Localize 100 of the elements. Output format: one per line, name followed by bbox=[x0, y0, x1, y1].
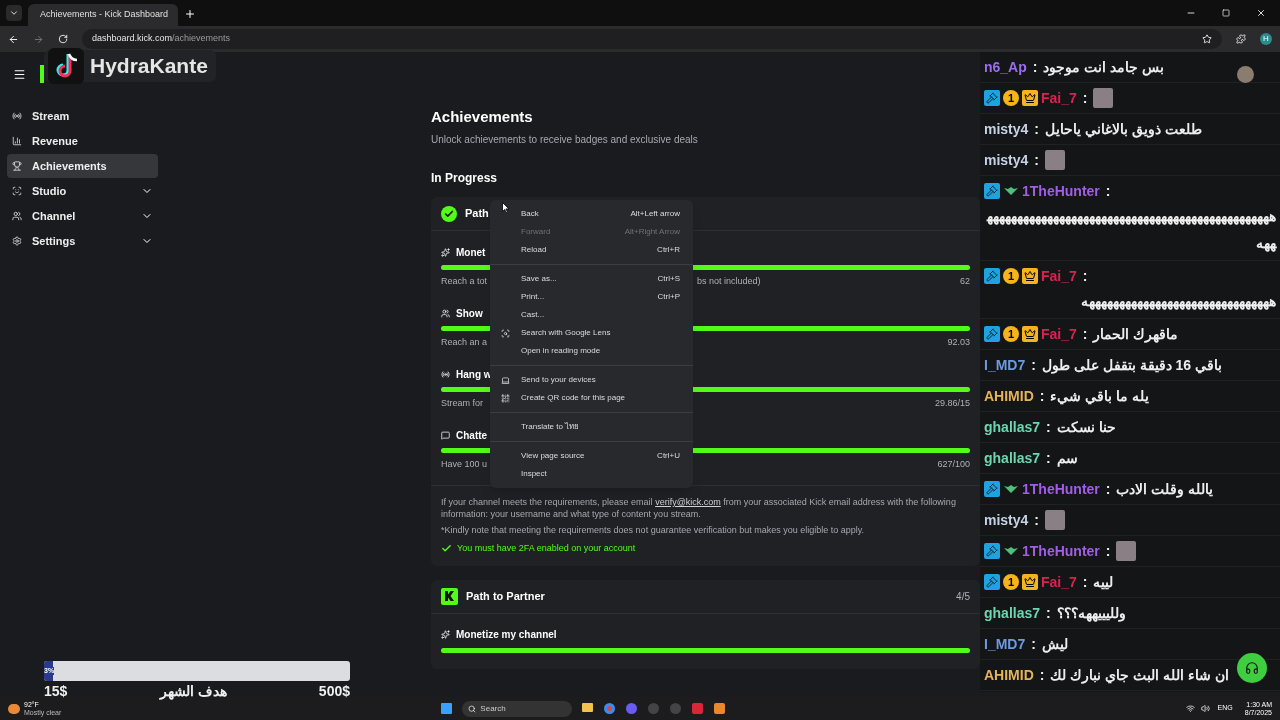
chat-username[interactable]: 1TheHunter bbox=[1022, 179, 1100, 203]
chart-icon bbox=[12, 136, 22, 146]
sidebar-item[interactable]: Achievements bbox=[7, 154, 158, 178]
card-title: Path to Partner bbox=[466, 588, 546, 604]
sidebar-item[interactable]: Stream bbox=[7, 104, 158, 128]
sidebar-item[interactable]: Channel bbox=[7, 204, 158, 228]
chat-username[interactable]: 1TheHunter bbox=[1022, 477, 1100, 501]
start-icon[interactable] bbox=[441, 703, 453, 714]
hammer-badge-icon bbox=[984, 543, 1000, 559]
taskbar-search-field[interactable]: Search bbox=[462, 700, 573, 717]
chat-colon: : bbox=[1082, 89, 1088, 108]
chat-username[interactable]: 1TheHunter bbox=[1022, 539, 1100, 563]
wings-badge-icon bbox=[1003, 546, 1019, 556]
chat-username[interactable]: Fai_7 bbox=[1041, 86, 1077, 110]
close-window-icon[interactable] bbox=[1256, 8, 1266, 18]
sparkle-icon bbox=[441, 247, 450, 257]
chat-colon: : bbox=[1082, 573, 1088, 592]
task-description: bs not included) bbox=[697, 275, 761, 289]
app-icon[interactable] bbox=[714, 703, 726, 714]
forward-icon[interactable] bbox=[33, 33, 44, 45]
menu-item[interactable]: Translate to ไทย bbox=[490, 418, 693, 436]
restore-icon[interactable] bbox=[1222, 9, 1230, 17]
crown-badge-icon bbox=[1022, 90, 1038, 106]
chat-bubble-icon bbox=[441, 430, 450, 440]
menu-shortcut: Alt+Left arrow bbox=[630, 208, 680, 220]
chat-app-icon[interactable] bbox=[626, 703, 638, 714]
menu-label: Search with Google Lens bbox=[521, 327, 612, 339]
menu-label: Send to your devices bbox=[521, 374, 597, 386]
goal-label: هدف الشهر bbox=[159, 682, 227, 701]
chat-colon: : bbox=[1082, 267, 1088, 286]
emote-image bbox=[1045, 510, 1066, 530]
headset-icon bbox=[1245, 661, 1259, 675]
menu-label: View page source bbox=[521, 450, 586, 462]
chat-username[interactable]: Fai_7 bbox=[1041, 264, 1077, 288]
menu-item[interactable]: Inspect bbox=[490, 465, 693, 483]
users-icon bbox=[12, 211, 22, 221]
tab-list-button[interactable] bbox=[6, 5, 22, 21]
chat-username[interactable]: misty4 bbox=[984, 508, 1029, 532]
new-tab-icon[interactable] bbox=[184, 8, 196, 20]
sidebar-item[interactable]: Studio bbox=[7, 179, 158, 203]
chat-message: ليش bbox=[1041, 635, 1068, 655]
menu-item[interactable]: Print... Ctrl+P bbox=[490, 288, 693, 306]
chat-colon: : bbox=[1039, 387, 1045, 406]
back-icon[interactable] bbox=[8, 33, 19, 45]
chat-message: ولليييههه؟؟؟ bbox=[1056, 604, 1126, 624]
chat-username[interactable]: Fai_7 bbox=[1041, 322, 1077, 346]
email-link[interactable]: verify@kick.com bbox=[655, 497, 721, 507]
sidebar-label: Settings bbox=[32, 233, 77, 249]
chat-username[interactable]: ghallas7 bbox=[984, 601, 1041, 625]
sidebar-item[interactable]: Settings bbox=[7, 229, 158, 253]
profile-avatar[interactable]: H bbox=[1260, 33, 1272, 45]
menu-item[interactable]: Create QR code for this page bbox=[490, 389, 693, 407]
gift-badge: 1 bbox=[1003, 268, 1019, 284]
chat-message: هههههههههههههههههههههههههههههههه bbox=[1080, 292, 1276, 312]
hammer-badge-icon bbox=[984, 574, 1000, 590]
task-title: Show bbox=[456, 306, 483, 321]
extensions-icon[interactable] bbox=[1236, 34, 1246, 44]
headset-button[interactable] bbox=[1237, 653, 1267, 683]
reload-icon[interactable] bbox=[58, 34, 68, 44]
menu-item[interactable]: Reload Ctrl+R bbox=[490, 241, 693, 259]
browser-tab[interactable]: Achievements - Kick Dashboard bbox=[28, 4, 178, 26]
sidebar-item[interactable]: Revenue bbox=[7, 129, 158, 153]
task-title: Chatte bbox=[456, 428, 488, 443]
bookmark-star-icon[interactable] bbox=[1202, 34, 1212, 44]
browser-icon[interactable] bbox=[604, 703, 616, 714]
menu-item[interactable]: Search with Google Lens bbox=[490, 324, 693, 342]
chat-username[interactable]: ghallas7 bbox=[984, 446, 1041, 470]
url-text: dashboard.kick.com/achievements bbox=[92, 32, 231, 46]
menu-item[interactable]: Send to your devices bbox=[490, 371, 693, 389]
chat-colon: : bbox=[1034, 151, 1040, 170]
hammer-badge-icon bbox=[984, 183, 1000, 199]
chat-username[interactable]: ghallas7 bbox=[984, 415, 1041, 439]
menu-label: Print... bbox=[521, 291, 546, 303]
app-icon[interactable] bbox=[692, 703, 704, 714]
menu-label: Cast... bbox=[521, 309, 546, 321]
chat-colon: : bbox=[1034, 120, 1040, 139]
menu-item[interactable]: Back Alt+Left arrow bbox=[490, 205, 693, 223]
chat-username[interactable]: Fai_7 bbox=[1041, 570, 1077, 594]
chat-username[interactable]: AHIMID bbox=[984, 663, 1034, 687]
menu-item[interactable]: Open in reading mode bbox=[490, 342, 693, 360]
address-field[interactable]: dashboard.kick.com/achievements bbox=[82, 29, 1222, 49]
chat-username[interactable]: misty4 bbox=[984, 117, 1029, 141]
chat-username[interactable]: misty4 bbox=[984, 148, 1029, 172]
music-note-logo-icon bbox=[48, 48, 84, 84]
chat-username[interactable]: I_MD7 bbox=[984, 353, 1026, 377]
users-icon bbox=[441, 308, 450, 318]
chat-username[interactable]: I_MD7 bbox=[984, 632, 1026, 656]
menu-item[interactable]: Save as... Ctrl+S bbox=[490, 270, 693, 288]
folder-icon[interactable] bbox=[582, 703, 594, 712]
menu-item[interactable]: View page source Ctrl+U bbox=[490, 447, 693, 465]
gift-badge: 1 bbox=[1003, 326, 1019, 342]
chat-username[interactable]: AHIMID bbox=[984, 384, 1034, 408]
crown-badge-icon bbox=[1022, 268, 1038, 284]
menu-item[interactable]: Cast... bbox=[490, 306, 693, 324]
hammer-badge-icon bbox=[984, 268, 1000, 284]
chat-colon: : bbox=[1105, 480, 1111, 499]
logo-icon bbox=[40, 65, 44, 83]
chat-username[interactable]: n6_Ap bbox=[984, 55, 1027, 79]
menu-icon[interactable] bbox=[13, 68, 26, 81]
chat-message: ههههههههههههههههههههههههههههههههههههههههههههههههههه bbox=[985, 207, 1276, 254]
